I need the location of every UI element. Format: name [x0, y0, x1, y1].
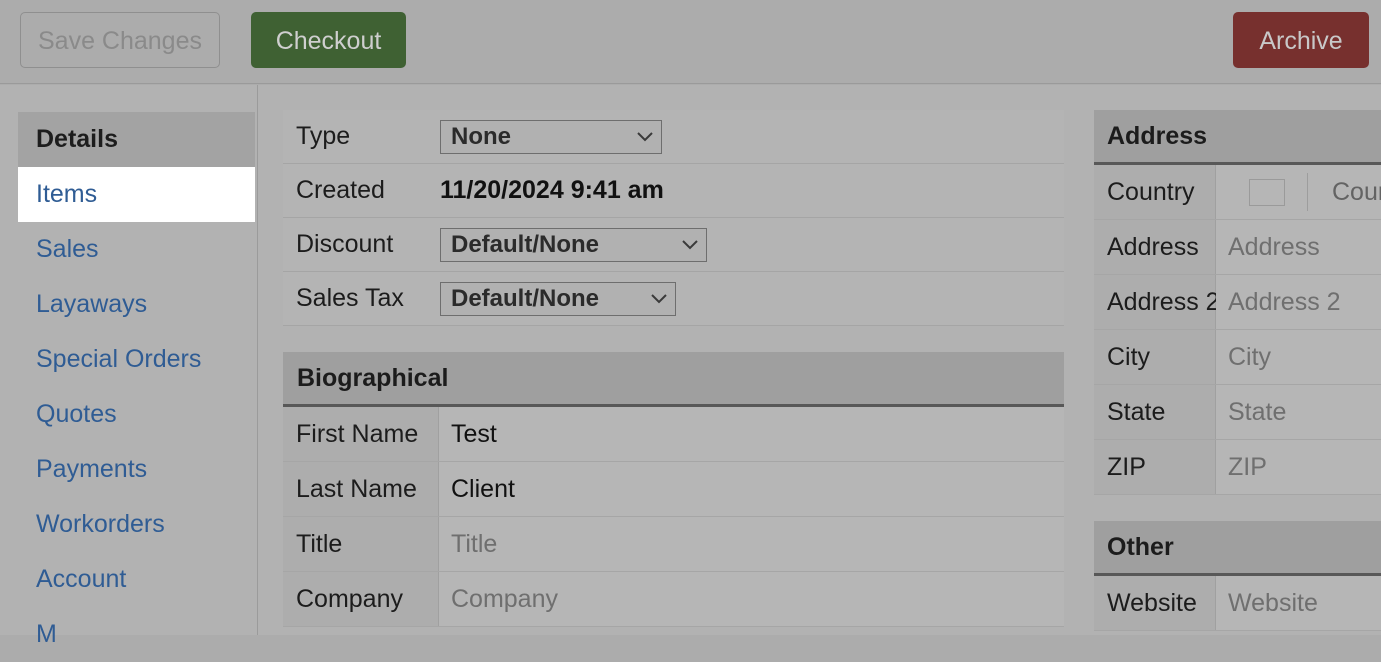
sidebar-item-label: Quotes	[36, 400, 117, 428]
address-state-input[interactable]: State	[1216, 385, 1381, 439]
sidebar-item-account[interactable]: Account	[18, 552, 255, 607]
summary-panel: Type None Created 11/20/2024 9:41 am Dis…	[283, 110, 1064, 326]
label-address: Address	[1094, 220, 1216, 274]
sidebar-item-workorders[interactable]: Workorders	[18, 497, 255, 552]
row-address-2: Address 2 Address 2	[1094, 275, 1381, 330]
address-address-2-input[interactable]: Address 2	[1216, 275, 1381, 329]
label-discount: Discount	[296, 230, 394, 258]
label-city: City	[1094, 330, 1216, 384]
other-website-input[interactable]: Website	[1216, 576, 1381, 630]
value-sales-tax: Default/None	[440, 281, 1064, 316]
label-company: Company	[283, 572, 439, 626]
sidebar-item-payments[interactable]: Payments	[18, 442, 255, 497]
sidebar-item-label: Details	[36, 125, 118, 153]
label-sales-tax: Sales Tax	[296, 284, 404, 312]
biographical-rows: First Name Test Last Name Client Title Title C…	[283, 407, 1064, 627]
address-right-column: Address Country Coun.. AddressAddressAdd…	[1094, 110, 1381, 631]
checkout-button[interactable]: Checkout	[251, 12, 406, 68]
address-section-header: Address	[1094, 110, 1381, 165]
other-rows: Website Website	[1094, 576, 1381, 631]
sidebar-item-special-orders[interactable]: Special Orders	[18, 332, 255, 387]
sidebar-item-label: Sales	[36, 235, 99, 263]
label-first-name: First Name	[283, 407, 439, 461]
other-panel: Other Website Website	[1094, 521, 1381, 631]
row-country: Country Coun..	[1094, 165, 1381, 220]
flag-placeholder-icon	[1249, 178, 1285, 206]
sales-tax-select[interactable]: Default/None	[440, 281, 676, 316]
label-address-2: Address 2	[1094, 275, 1220, 329]
content-area: Details Items Sales Layaways Special Orders Q…	[0, 85, 1381, 648]
label-title: Title	[283, 517, 439, 571]
value-type: None	[440, 119, 1064, 154]
sidebar-nav-list: Details Items Sales Layaways Special Orders Q…	[18, 112, 255, 662]
label-state: State	[1094, 385, 1216, 439]
row-discount: Discount Default/None	[283, 218, 1064, 272]
row-created: Created 11/20/2024 9:41 am	[283, 164, 1064, 218]
label-type: Type	[296, 122, 351, 150]
details-main-column: Type None Created 11/20/2024 9:41 am Dis…	[283, 110, 1064, 627]
sales-tax-select-value: Default/None	[451, 284, 600, 312]
archive-button[interactable]: Archive	[1233, 12, 1369, 68]
sidebar-item-items[interactable]: Items	[18, 167, 255, 222]
biographical-first-name-input[interactable]: Test	[439, 407, 1064, 461]
sidebar-item-layaways[interactable]: Layaways	[18, 277, 255, 332]
label-website: Website	[1094, 576, 1216, 630]
address-panel: Address Country Coun.. AddressAddressAdd…	[1094, 110, 1381, 495]
label-last-name: Last Name	[283, 462, 439, 516]
sidebar-item-label: Account	[36, 565, 127, 593]
sidebar: Details Items Sales Layaways Special Orders Q…	[0, 85, 258, 648]
label-zip: ZIP	[1094, 440, 1216, 494]
sidebar-item-quotes[interactable]: Quotes	[18, 387, 255, 442]
sidebar-item-label: Layaways	[36, 290, 148, 318]
row-type: Type None	[283, 110, 1064, 164]
row-website: Website Website	[1094, 576, 1381, 631]
save-changes-button[interactable]: Save Changes	[20, 12, 220, 68]
row-city: City City	[1094, 330, 1381, 385]
section-gap	[283, 326, 1064, 352]
divider	[1307, 173, 1308, 211]
biographical-section-header: Biographical	[283, 352, 1064, 407]
country-picker[interactable]: Coun..	[1228, 165, 1381, 219]
biographical-title-input[interactable]: Title	[439, 517, 1064, 571]
section-gap	[1094, 495, 1381, 521]
row-company: Company Company	[283, 572, 1064, 627]
row-address: Address Address	[1094, 220, 1381, 275]
row-first-name: First Name Test	[283, 407, 1064, 462]
address-address-input[interactable]: Address	[1216, 220, 1381, 274]
top-toolbar: Save Changes Checkout Archive	[0, 0, 1381, 84]
sidebar-item-label: Payments	[36, 455, 148, 483]
address-zip-input[interactable]: ZIP	[1216, 440, 1381, 494]
row-zip: ZIP ZIP	[1094, 440, 1381, 495]
address-rows: Address Address Address 2 Address 2 City City…	[1094, 220, 1381, 495]
row-state: State State	[1094, 385, 1381, 440]
chevron-down-icon	[637, 131, 653, 141]
value-created: 11/20/2024 9:41 am	[440, 176, 664, 204]
chevron-down-icon	[651, 293, 667, 303]
sidebar-item-label: Special Orders	[36, 345, 202, 373]
row-sales-tax: Sales Tax Default/None	[283, 272, 1064, 326]
label-created: Created	[296, 176, 385, 204]
sidebar-item-details: Details	[18, 112, 255, 167]
value-discount: Default/None	[440, 227, 1064, 262]
row-title: Title Title	[283, 517, 1064, 572]
sidebar-item-label: M	[36, 620, 57, 648]
type-select-value: None	[451, 122, 511, 150]
biographical-company-input[interactable]: Company	[439, 572, 1064, 626]
discount-select[interactable]: Default/None	[440, 227, 707, 262]
biographical-last-name-input[interactable]: Client	[439, 462, 1064, 516]
sidebar-item-label: Workorders	[36, 510, 165, 538]
sidebar-item-sales[interactable]: Sales	[18, 222, 255, 277]
label-country: Country	[1094, 165, 1216, 219]
biographical-panel: Biographical First Name Test Last Name Clie…	[283, 352, 1064, 627]
sidebar-item-label: Items	[36, 180, 98, 208]
chevron-down-icon	[682, 239, 698, 249]
discount-select-value: Default/None	[451, 230, 600, 258]
other-section-header: Other	[1094, 521, 1381, 576]
type-select[interactable]: None	[440, 119, 662, 154]
row-last-name: Last Name Client	[283, 462, 1064, 517]
address-city-input[interactable]: City	[1216, 330, 1381, 384]
value-country[interactable]: Coun..	[1216, 165, 1381, 219]
country-select-value: Coun..	[1332, 177, 1381, 206]
